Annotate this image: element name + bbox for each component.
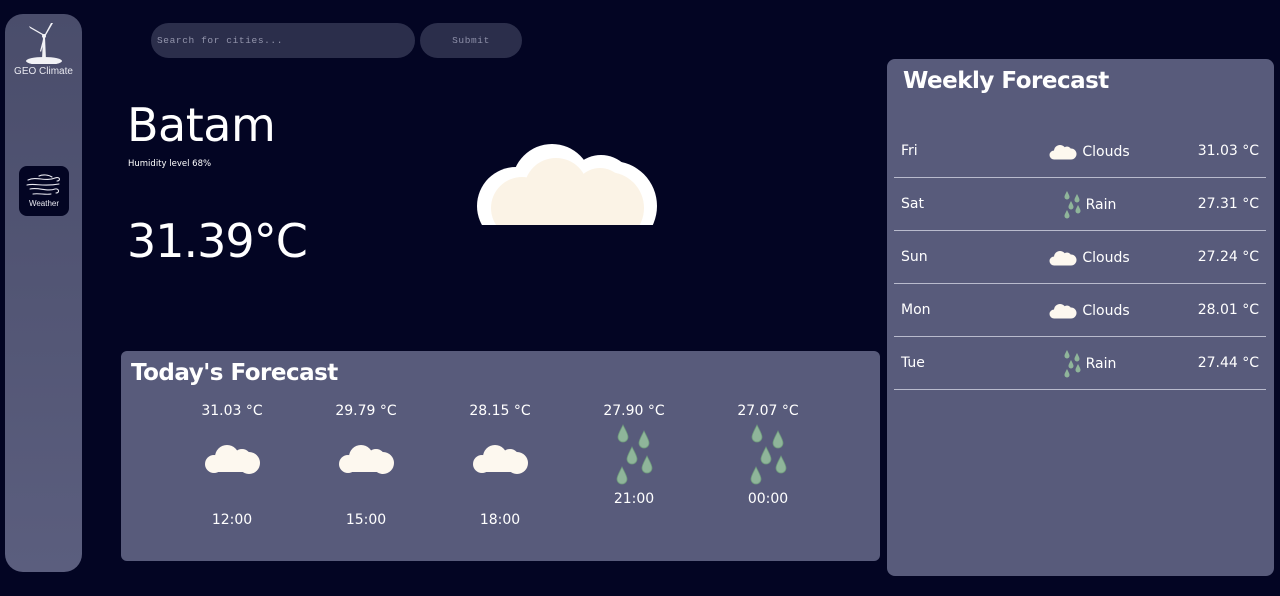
weekly-forecast-row: Sun Clouds 27.24 °C (894, 231, 1266, 284)
hourly-forecast-item: 31.03 °C 12:00 (187, 403, 277, 528)
condition-label: Clouds (1082, 143, 1130, 160)
rain-icon (1064, 190, 1081, 218)
day-name: Fri (901, 143, 918, 159)
cloud-icon (1049, 144, 1077, 159)
weekly-forecast-row: Mon Clouds 28.01 °C (894, 284, 1266, 337)
condition-label: Rain (1085, 196, 1117, 213)
condition-label: Rain (1085, 355, 1117, 372)
panel-title: Weekly Forecast (903, 68, 1109, 94)
cloud-icon (473, 445, 528, 474)
weekly-forecast-panel: Weekly Forecast Fri Clouds 31.03 °C Sat (887, 59, 1274, 576)
wind-icon (26, 174, 60, 195)
humidity-level: Humidity level 68% (128, 159, 212, 169)
day-temperature: 31.03 °C (1197, 143, 1259, 159)
hour-temperature: 27.07 °C (737, 403, 799, 419)
hour-time: 15:00 (345, 512, 387, 528)
day-name: Sun (901, 249, 928, 265)
hour-temperature: 28.15 °C (469, 403, 531, 419)
day-temperature: 28.01 °C (1197, 302, 1259, 318)
hourly-forecast-item: 27.90 °C 21:00 (589, 403, 679, 507)
day-name: Mon (901, 302, 931, 318)
hour-time: 21:00 (613, 491, 655, 507)
sidebar-item-weather[interactable]: Weather (19, 166, 69, 216)
todays-forecast-panel: Today's Forecast 31.03 °C 12:00 29.79 °C (121, 351, 880, 561)
day-temperature: 27.31 °C (1197, 196, 1259, 212)
day-name: Sat (901, 196, 924, 212)
day-name: Tue (901, 355, 925, 371)
cloud-icon (477, 144, 657, 225)
cloud-icon (1049, 303, 1077, 318)
current-temperature: 31.39°C (127, 214, 308, 268)
day-temperature: 27.44 °C (1197, 355, 1259, 371)
submit-button[interactable]: Submit (420, 23, 522, 58)
condition-label: Clouds (1082, 302, 1130, 319)
hour-time: 12:00 (211, 512, 253, 528)
weekly-forecast-row: Fri Clouds 31.03 °C (894, 125, 1266, 178)
hourly-forecast-item: 29.79 °C 15:00 (321, 403, 411, 528)
rain-icon (1064, 349, 1081, 377)
cloud-icon (339, 445, 394, 474)
weekly-forecast-row: Tue Rain 27.44 °C (894, 337, 1266, 390)
weekly-forecast-row: Sat Rain 27.31 °C (894, 178, 1266, 231)
app-root: GEO Climate Weather Submit Batam Humidit… (0, 0, 1280, 596)
sidebar-item-label: Weather (28, 199, 60, 208)
city-name: Batam (127, 98, 276, 152)
search-input[interactable] (151, 23, 415, 58)
day-temperature: 27.24 °C (1197, 249, 1259, 265)
hourly-forecast-item: 27.07 °C 00:00 (723, 403, 813, 507)
logo[interactable]: GEO Climate (5, 22, 82, 77)
hourly-forecast-item: 28.15 °C 18:00 (455, 403, 545, 528)
hour-temperature: 27.90 °C (603, 403, 665, 419)
sidebar: GEO Climate Weather (5, 14, 82, 572)
hour-temperature: 31.03 °C (201, 403, 263, 419)
rain-icon (616, 424, 653, 485)
brand-name: GEO Climate (14, 66, 73, 77)
cloud-icon (205, 445, 260, 474)
wind-turbine-icon (25, 23, 62, 64)
rain-icon (750, 424, 787, 485)
hour-time: 18:00 (479, 512, 521, 528)
panel-title: Today's Forecast (131, 360, 338, 386)
cloud-icon (1049, 250, 1077, 265)
condition-label: Clouds (1082, 249, 1130, 266)
hour-temperature: 29.79 °C (335, 403, 397, 419)
hour-time: 00:00 (747, 491, 789, 507)
